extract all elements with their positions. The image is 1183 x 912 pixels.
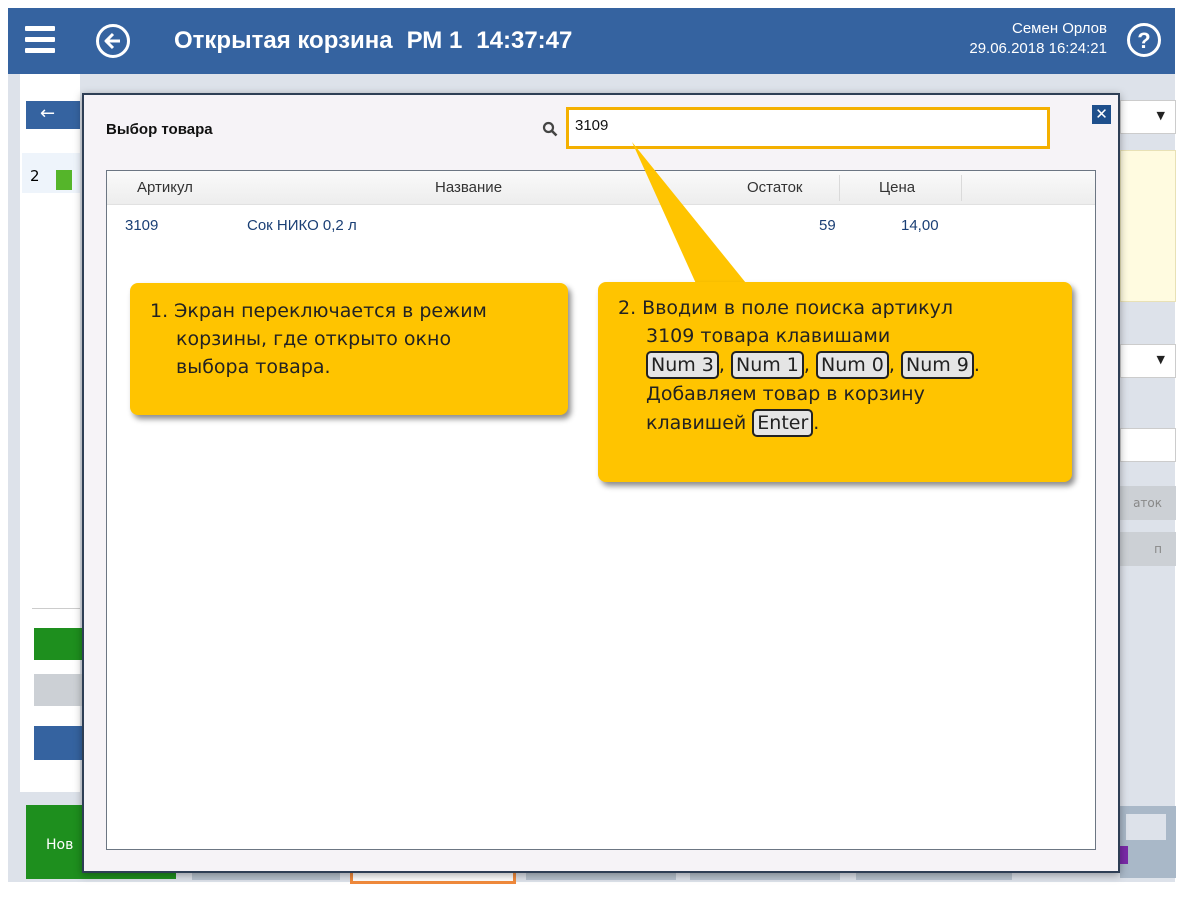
basket-time: 14:37:47: [476, 27, 573, 54]
basket-title: Открытая корзина: [174, 27, 393, 54]
right-button-2[interactable]: п: [1120, 532, 1176, 566]
right-button-1[interactable]: аток: [1120, 486, 1176, 520]
basket-item-number: 2: [30, 167, 40, 185]
callout-2-line-5: клавишей: [646, 412, 747, 434]
green-action-button[interactable]: [34, 628, 82, 660]
dialog-title: Выбор товара: [106, 121, 213, 138]
info-panel: [1120, 150, 1176, 302]
column-separator: [961, 175, 962, 201]
menu-icon[interactable]: [25, 26, 55, 54]
close-icon[interactable]: ✕: [1092, 105, 1111, 124]
callout-1-line-1: 1. Экран переключается в режим: [150, 300, 487, 322]
page-title: Открытая корзина РМ 1 14:37:47: [174, 27, 572, 55]
bottom-tab[interactable]: [856, 872, 1012, 880]
blue-action-button[interactable]: [34, 726, 82, 760]
user-name: Семен Орлов: [1011, 20, 1107, 37]
callout-1-line-3: выбора товара.: [176, 356, 331, 378]
callout-1-line-2: корзины, где открыто окно: [176, 328, 452, 350]
current-datetime: 29.06.2018 16:24:21: [969, 40, 1107, 57]
search-icon: [542, 121, 558, 137]
user-info: Семен Орлов 29.06.2018 16:24:21: [969, 19, 1107, 59]
workstation-label: РМ 1: [406, 27, 463, 54]
key-enter: Enter: [752, 409, 814, 437]
bottom-tab[interactable]: [690, 872, 840, 880]
basket-item-status-mark: [56, 170, 72, 190]
column-header-price[interactable]: Цена: [879, 179, 915, 196]
disabled-action-button: [34, 674, 82, 706]
key-num-9: Num 9: [901, 351, 974, 379]
callout-2-enter-line: клавишей Enter.: [618, 408, 1062, 438]
callout-step-2: 2. Вводим в поле поиска артикул 3109 тов…: [598, 282, 1072, 482]
callout-pointer: [632, 142, 750, 288]
callout-2-line-4: Добавляем товар в корзину: [646, 383, 925, 405]
right-panel: аток п: [1120, 74, 1183, 882]
bottom-tab[interactable]: [192, 872, 340, 880]
callout-2-keys-line: Num 3, Num 1, Num 0, Num 9.: [618, 350, 1062, 380]
divider: [32, 608, 80, 609]
top-bar: Открытая корзина РМ 1 14:37:47 Семен Орлов…: [8, 8, 1175, 74]
right-input[interactable]: [1120, 428, 1176, 462]
help-icon[interactable]: ?: [1127, 23, 1161, 57]
basket-back-button[interactable]: ←: [26, 101, 80, 129]
right-bottom-panel: [1120, 806, 1176, 878]
callout-step-1: 1. Экран переключается в режим корзины, …: [130, 283, 568, 415]
column-separator: [839, 175, 840, 201]
bottom-tab[interactable]: [526, 872, 676, 880]
cell-name: Сок НИКО 0,2 л: [247, 217, 357, 234]
cell-article: 3109: [125, 217, 159, 234]
right-dropdown-1[interactable]: [1120, 100, 1176, 134]
key-num-0: Num 0: [816, 351, 889, 379]
cell-price: 14,00: [901, 217, 939, 234]
back-arrow-icon[interactable]: [96, 24, 130, 58]
key-num-3: Num 3: [646, 351, 719, 379]
column-header-name[interactable]: Название: [435, 179, 502, 196]
callout-2-line-1: 2. Вводим в поле поиска артикул: [618, 297, 954, 319]
right-dropdown-2[interactable]: [1120, 344, 1176, 378]
callout-2-line-2: 3109 товара клавишами: [646, 325, 891, 347]
cell-stock: 59: [819, 217, 836, 234]
column-header-article[interactable]: Артикул: [137, 179, 193, 196]
key-num-1: Num 1: [731, 351, 804, 379]
